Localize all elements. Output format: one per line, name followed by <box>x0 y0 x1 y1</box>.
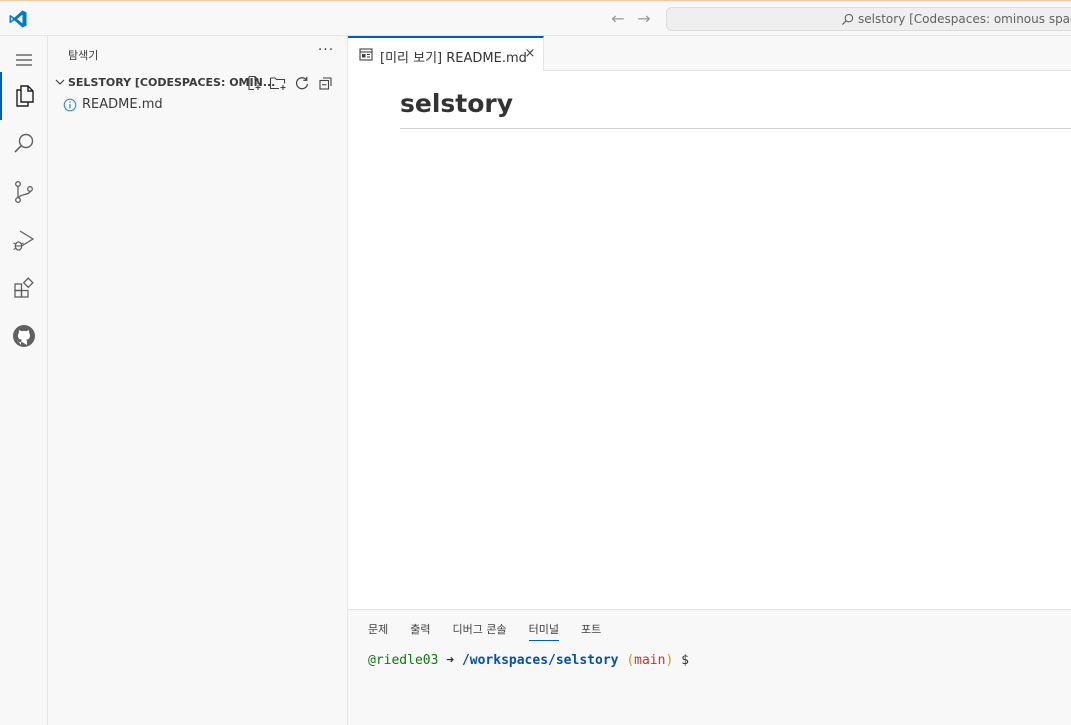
more-actions-button[interactable]: ··· <box>316 42 336 62</box>
terminal-prompt-symbol: $ <box>681 653 689 668</box>
terminal-branch: main <box>634 653 666 668</box>
new-folder-button[interactable] <box>268 73 288 93</box>
command-center-search[interactable]: selstory [Codespaces: ominous space engi… <box>666 7 1071 31</box>
heading-divider <box>400 128 1071 129</box>
activity-run-debug[interactable] <box>0 216 48 264</box>
refresh-button[interactable] <box>292 73 312 93</box>
arrow-left-icon[interactable]: ← <box>608 9 628 29</box>
terminal-arrow: ➜ <box>446 653 455 668</box>
info-icon <box>63 98 77 112</box>
activity-extensions[interactable] <box>0 264 48 312</box>
extensions-icon <box>14 277 34 298</box>
tab-readme-preview[interactable]: [미리 보기] README.md × <box>348 36 544 71</box>
explorer-sidebar: 탐색기 ··· SELSTORY [CODESPACES: OMIN... RE… <box>48 36 348 725</box>
new-file-button[interactable] <box>244 73 264 93</box>
source-control-icon <box>15 181 33 203</box>
bottom-panel: 문제 출력 디버그 콘솔 터미널 포트 @riedle03 ➜ /workspa… <box>348 609 1071 725</box>
activity-source-control[interactable] <box>0 168 48 216</box>
activity-github[interactable] <box>0 312 48 360</box>
tab-terminal[interactable]: 터미널 <box>528 621 559 641</box>
sidebar-title: 탐색기 <box>68 49 99 62</box>
terminal-paren-open: ( <box>626 653 635 668</box>
search-icon <box>841 13 854 26</box>
file-name: README.md <box>82 97 163 112</box>
command-center-text: selstory [Codespaces: ominous space engi… <box>858 12 1071 26</box>
terminal-user: @riedle03 <box>368 653 439 668</box>
terminal-path: /workspaces/selstory <box>461 653 619 668</box>
file-item-readme[interactable]: README.md <box>48 94 348 116</box>
new-file-icon <box>248 75 261 91</box>
hamburger-menu-icon <box>16 54 32 66</box>
panel-tabs: 문제 출력 디버그 콘솔 터미널 포트 <box>368 621 623 641</box>
github-icon <box>13 325 35 347</box>
activity-explorer[interactable] <box>0 72 48 120</box>
close-icon[interactable]: × <box>522 46 538 62</box>
vscode-logo-icon[interactable] <box>8 9 28 29</box>
terminal-paren-close: ) <box>665 653 674 668</box>
refresh-icon <box>295 76 309 90</box>
arrow-right-icon[interactable]: → <box>634 9 654 29</box>
terminal-prompt-line[interactable]: @riedle03 ➜ /workspaces/selstory (main) … <box>368 653 689 668</box>
preview-icon <box>359 48 373 61</box>
chevron-down-icon <box>55 79 65 85</box>
new-folder-icon <box>269 77 286 90</box>
tab-output[interactable]: 출력 <box>410 621 430 641</box>
collapse-all-button[interactable] <box>316 73 336 93</box>
tab-debug-console[interactable]: 디버그 콘솔 <box>453 621 507 641</box>
editor-tabs: [미리 보기] README.md × <box>348 36 1071 71</box>
tab-ports[interactable]: 포트 <box>581 621 601 641</box>
activity-bar <box>0 36 48 725</box>
explorer-icon <box>16 85 34 107</box>
markdown-preview: selstory <box>348 71 1071 609</box>
tab-problems[interactable]: 문제 <box>368 621 388 641</box>
collapse-all-icon <box>319 77 332 90</box>
run-debug-icon <box>13 230 35 251</box>
markdown-heading: selstory <box>400 89 514 118</box>
workspace-folder-row[interactable]: SELSTORY [CODESPACES: OMIN... <box>48 72 348 94</box>
tab-label: [미리 보기] README.md <box>380 51 527 66</box>
activity-search[interactable] <box>0 120 48 168</box>
title-bar: ← → selstory [Codespaces: ominous space … <box>0 0 1071 36</box>
folder-actions <box>244 73 336 93</box>
search-icon <box>14 133 34 153</box>
